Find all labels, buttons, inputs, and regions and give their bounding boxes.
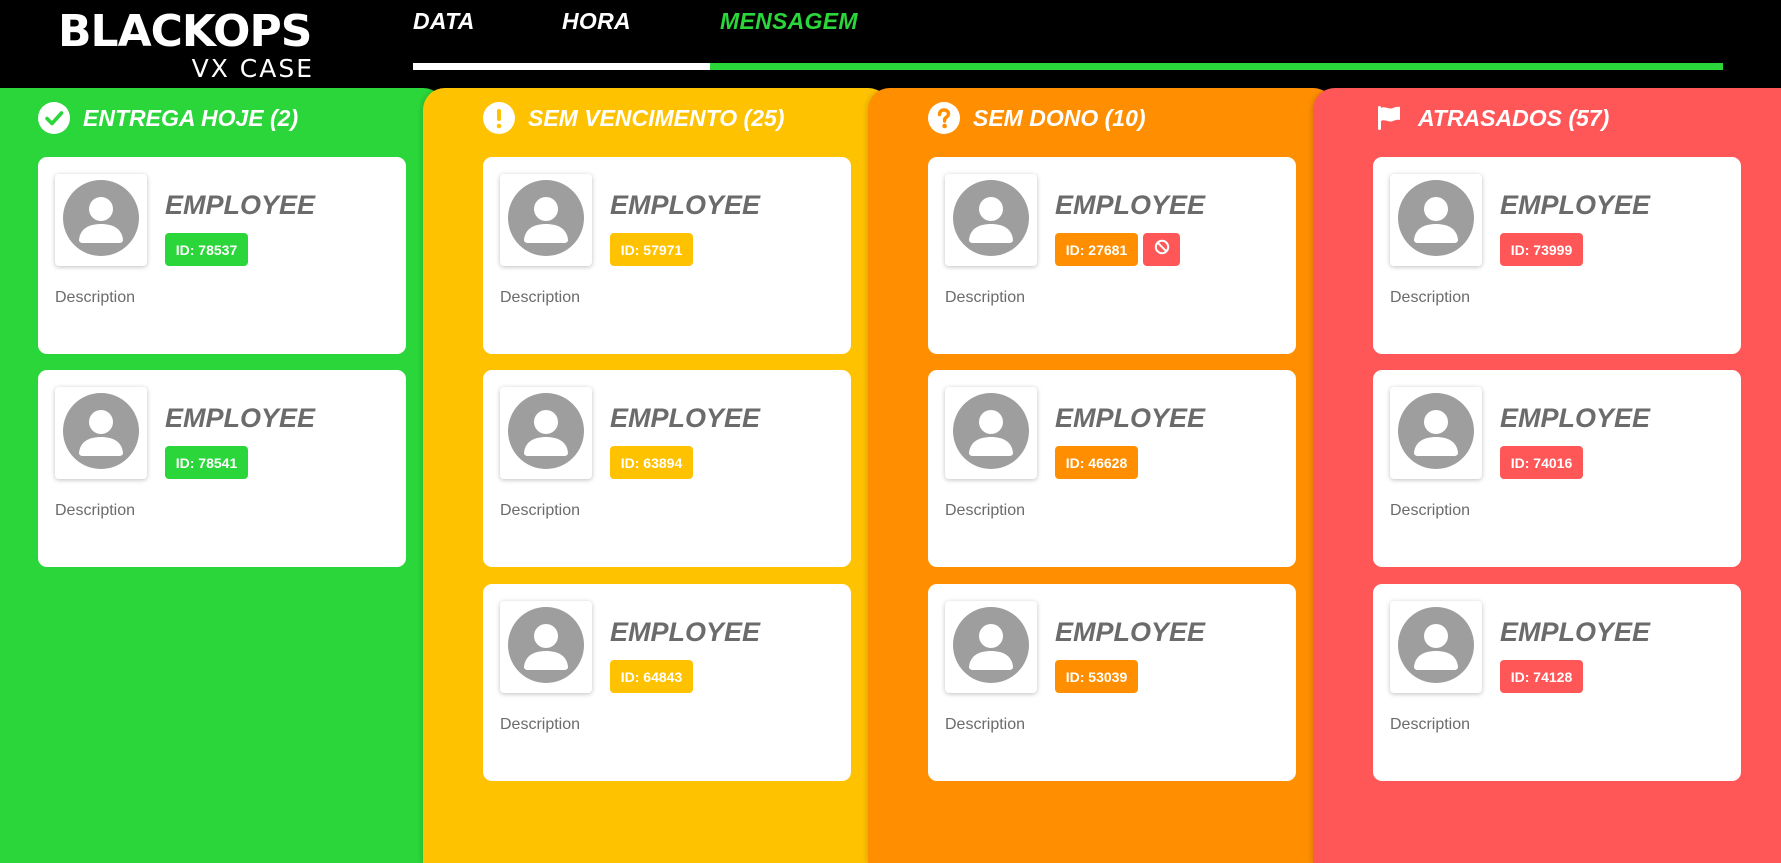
id-badge: ID: 78537 — [165, 233, 248, 266]
card-description: Description — [945, 716, 1026, 733]
employee-card[interactable]: EMPLOYEE ID: 57971 Description — [483, 157, 851, 354]
avatar — [500, 601, 592, 693]
tab-hora[interactable]: HORA — [562, 8, 631, 35]
employee-card[interactable]: EMPLOYEE ID: 63894 Description — [483, 370, 851, 567]
card-description: Description — [55, 289, 136, 306]
id-badge: ID: 73999 — [1500, 233, 1583, 266]
employee-card[interactable]: EMPLOYEE ID: 27681 Description — [928, 157, 1296, 354]
question-circle-icon — [928, 102, 960, 134]
card-description: Description — [1390, 502, 1471, 519]
employee-name: EMPLOYEE — [610, 617, 761, 647]
exclamation-circle-icon — [483, 102, 515, 134]
column-0: ENTREGA HOJE (2) EMPLOYEE ID: 78537 Descrip… — [0, 88, 445, 863]
avatar — [945, 174, 1037, 266]
employee-card[interactable]: EMPLOYEE ID: 64843 Description — [483, 584, 851, 781]
card-description: Description — [945, 289, 1026, 306]
employee-card[interactable]: EMPLOYEE ID: 53039 Description — [928, 584, 1296, 781]
column-2: SEM DONO (10) EMPLOYEE ID: 27681 Descriptio… — [868, 88, 1335, 863]
employee-card[interactable]: EMPLOYEE ID: 74128 Description — [1373, 584, 1741, 781]
step-progress-fill — [413, 63, 711, 70]
employee-card[interactable]: EMPLOYEE ID: 74016 Description — [1373, 370, 1741, 567]
avatar — [945, 601, 1037, 693]
id-badge: ID: 74128 — [1500, 660, 1583, 693]
employee-name: EMPLOYEE — [1055, 403, 1206, 433]
avatar — [1390, 387, 1482, 479]
id-badge: ID: 74016 — [1500, 446, 1583, 479]
id-badge: ID: 53039 — [1055, 660, 1138, 693]
flag-icon — [1373, 102, 1405, 134]
check-circle-icon — [38, 102, 70, 134]
tab-mensagem[interactable]: MENSAGEM — [720, 8, 858, 35]
card-description: Description — [55, 502, 136, 519]
employee-name: EMPLOYEE — [165, 403, 316, 433]
card-description: Description — [945, 502, 1026, 519]
top-bar: BLACKOPS VX CASE DATA HORA MENSAGEM — [0, 0, 1781, 88]
employee-card[interactable]: EMPLOYEE ID: 78537 Description — [38, 157, 406, 354]
avatar — [1390, 174, 1482, 266]
column-title: ATRASADOS (57) — [1418, 104, 1610, 131]
step-progress-bar — [413, 63, 1723, 70]
card-description: Description — [500, 289, 581, 306]
employee-name: EMPLOYEE — [1500, 617, 1651, 647]
employee-name: EMPLOYEE — [610, 403, 761, 433]
id-badge: ID: 46628 — [1055, 446, 1138, 479]
avatar — [55, 174, 147, 266]
id-badge: ID: 78541 — [165, 446, 248, 479]
brand-tagline: VX CASE — [191, 54, 314, 83]
avatar — [500, 387, 592, 479]
employee-card[interactable]: EMPLOYEE ID: 46628 Description — [928, 370, 1296, 567]
column-title: ENTREGA HOJE (2) — [83, 104, 299, 131]
employee-name: EMPLOYEE — [1055, 617, 1206, 647]
card-description: Description — [500, 502, 581, 519]
brand-logo[interactable]: BLACKOPS VX CASE — [58, 10, 314, 82]
column-header: SEM DONO (10) — [928, 102, 1146, 134]
column-header: ENTREGA HOJE (2) — [38, 102, 298, 134]
id-badge: ID: 64843 — [610, 660, 693, 693]
employee-name: EMPLOYEE — [1500, 190, 1651, 220]
avatar — [1390, 601, 1482, 693]
id-badge: ID: 57971 — [610, 233, 693, 266]
column-title: SEM DONO (10) — [973, 104, 1146, 131]
column-header: ATRASADOS (57) — [1373, 102, 1609, 134]
employee-name: EMPLOYEE — [1500, 403, 1651, 433]
column-header: SEM VENCIMENTO (25) — [483, 102, 784, 134]
brand-name: BLACKOPS — [58, 6, 312, 57]
employee-name: EMPLOYEE — [1055, 190, 1206, 220]
column-1: SEM VENCIMENTO (25) EMPLOYEE ID: 57971 Desc… — [423, 88, 890, 863]
card-description: Description — [1390, 289, 1471, 306]
employee-name: EMPLOYEE — [610, 190, 761, 220]
avatar — [55, 387, 147, 479]
tab-data[interactable]: DATA — [413, 8, 475, 35]
employee-name: EMPLOYEE — [165, 190, 316, 220]
employee-card[interactable]: EMPLOYEE ID: 78541 Description — [38, 370, 406, 567]
column-title: SEM VENCIMENTO (25) — [528, 104, 785, 131]
block-button[interactable] — [1143, 233, 1180, 266]
card-description: Description — [1390, 716, 1471, 733]
id-badge: ID: 27681 — [1055, 233, 1138, 266]
column-3: ATRASADOS (57) EMPLOYEE ID: 73999 Descripti… — [1313, 88, 1781, 863]
employee-card[interactable]: EMPLOYEE ID: 73999 Description — [1373, 157, 1741, 354]
avatar — [500, 174, 592, 266]
id-badge: ID: 63894 — [610, 446, 693, 479]
avatar — [945, 387, 1037, 479]
block-icon — [1154, 239, 1170, 260]
card-description: Description — [500, 716, 581, 733]
